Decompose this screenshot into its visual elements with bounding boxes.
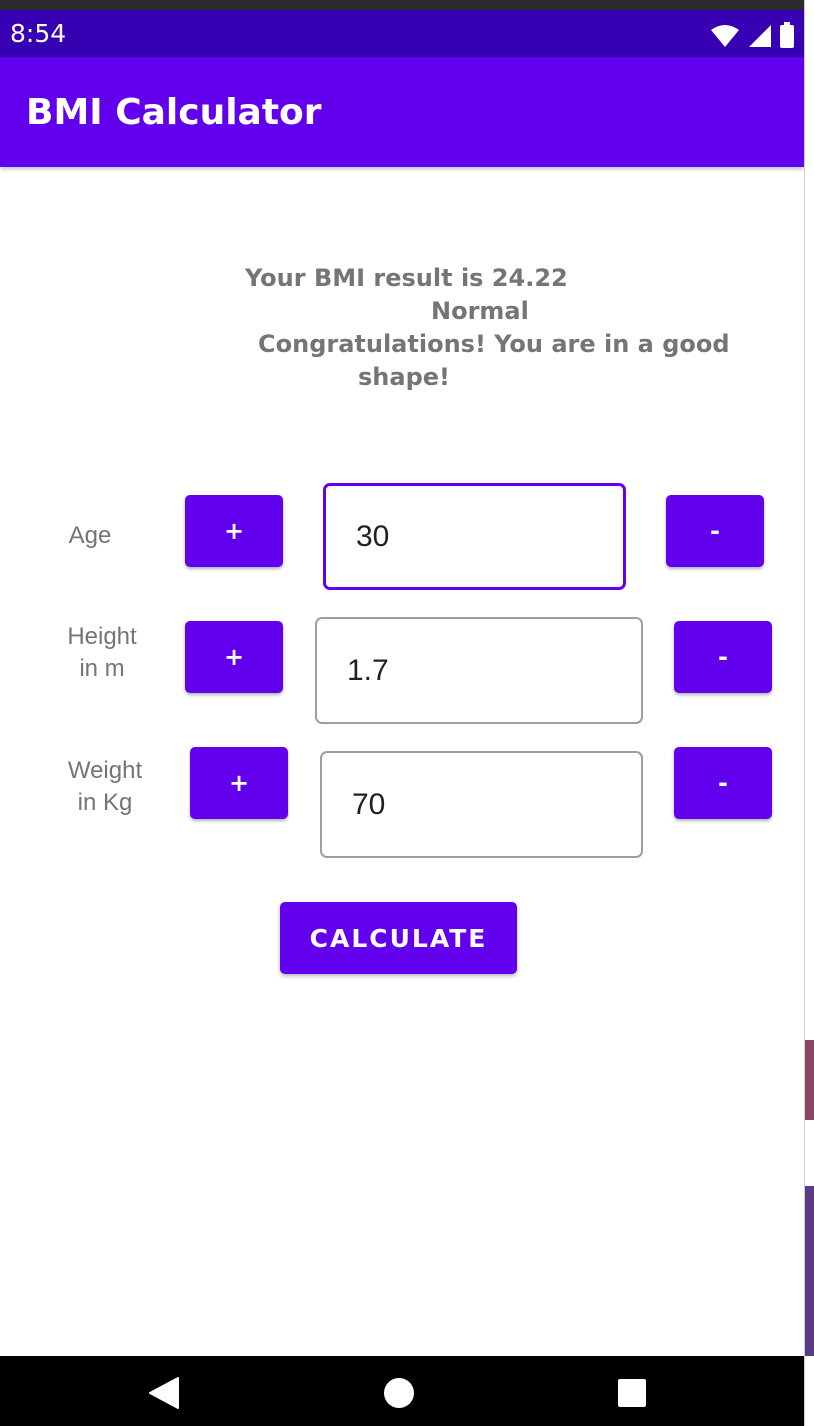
weight-input[interactable]: 70 [320,751,643,858]
app-title: BMI Calculator [26,92,322,133]
result-line-category: Normal [431,297,529,325]
signal-icon [749,25,771,47]
height-label: Height in m [52,621,152,685]
age-input-value: 30 [356,519,390,553]
weight-label-line1: Weight [67,757,143,784]
age-increment-label: + [223,517,245,545]
age-increment-button[interactable]: + [185,495,283,567]
back-icon[interactable] [148,1376,180,1410]
battery-icon [780,22,794,48]
result-line-message-end: shape! [358,363,450,391]
home-icon[interactable] [383,1376,415,1410]
status-time: 8:54 [10,19,67,48]
height-input[interactable]: 1.7 [315,617,643,724]
recents-icon[interactable] [616,1376,648,1410]
status-icons [710,20,794,48]
wifi-icon [711,25,739,47]
background-window-accent [805,1040,814,1120]
height-increment-button[interactable]: + [185,621,283,693]
status-bar: 8:54 [0,10,804,57]
weight-decrement-button[interactable]: - [674,747,772,819]
weight-decrement-label: - [718,769,728,797]
calculate-button[interactable]: CALCULATE [280,902,517,974]
app-bar: BMI Calculator [0,57,804,167]
bmi-result-text: Your BMI result is 24.22 Normal Congratu… [200,262,730,394]
calculate-button-label: CALCULATE [309,923,488,953]
weight-increment-label: + [228,769,250,797]
weight-label: Weight in Kg [55,755,155,819]
age-decrement-button[interactable]: - [666,495,764,567]
height-increment-label: + [223,643,245,671]
age-label-text: Age [68,522,112,549]
weight-increment-button[interactable]: + [190,747,288,819]
height-input-value: 1.7 [347,653,389,687]
age-input[interactable]: 30 [323,483,626,590]
result-line-score: Your BMI result is 24.22 [245,264,568,292]
age-decrement-label: - [710,517,720,545]
window-top-edge [0,0,814,10]
background-window-accent-2 [805,1186,814,1356]
height-decrement-label: - [718,643,728,671]
navigation-bar [0,1356,804,1426]
age-label: Age [50,520,130,552]
height-label-line1: Height [67,623,137,650]
weight-label-line2: in Kg [77,789,133,816]
weight-input-value: 70 [352,787,386,821]
result-line-message: Congratulations! You are in a good [258,330,730,358]
height-decrement-button[interactable]: - [674,621,772,693]
height-label-line2: in m [79,655,125,682]
